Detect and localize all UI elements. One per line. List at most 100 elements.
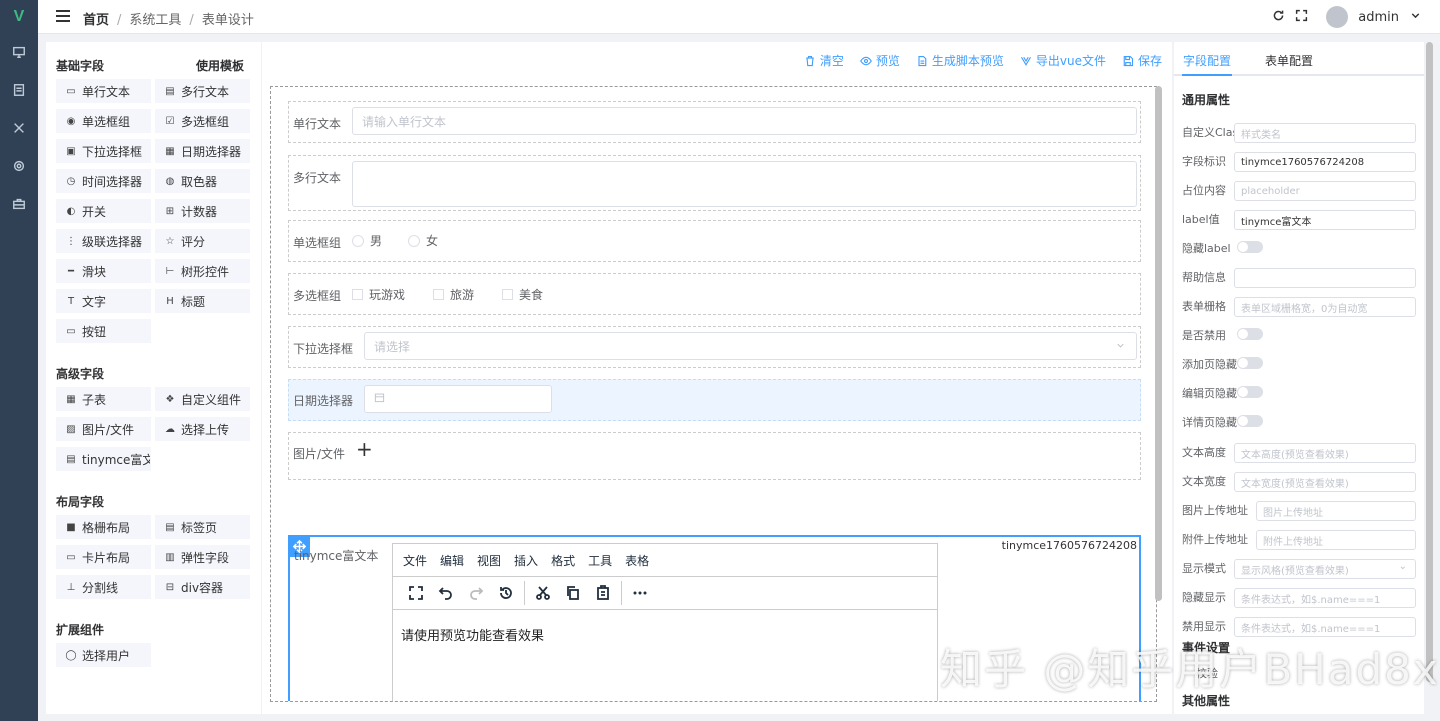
palette-item[interactable]: ◯ 选择用户 — [56, 643, 151, 667]
prop-input-field[interactable]: tinymce1760576724208 — [1234, 152, 1416, 172]
tinymce-editor[interactable]: 文件 编辑 视图 插入 格式 工具 表格 请使用预览功能查看效果 — [392, 543, 938, 701]
radio-option[interactable]: 男 — [352, 232, 382, 249]
preview-button[interactable]: 预览 — [859, 52, 900, 69]
field-radio[interactable]: 单选框组 男 女 — [288, 220, 1141, 262]
username[interactable]: admin — [1358, 10, 1399, 25]
prop-input-imgurl[interactable]: 图片上传地址 — [1256, 501, 1416, 521]
palette-item[interactable]: ◷ 时间选择器 — [56, 169, 151, 193]
palette-item[interactable]: T 文字 — [56, 289, 151, 313]
prop-input-height[interactable]: 文本高度(预览查看效果) — [1234, 443, 1416, 463]
menu-insert[interactable]: 插入 — [514, 552, 538, 569]
more-icon[interactable] — [625, 578, 655, 608]
toggle-hidelabel[interactable] — [1237, 241, 1263, 253]
toggle-disabled[interactable] — [1237, 328, 1263, 340]
logo-icon[interactable]: V — [9, 8, 29, 26]
settings-icon[interactable] — [9, 156, 29, 176]
tab-form-config[interactable]: 表单配置 — [1265, 52, 1313, 69]
palette-item[interactable]: ▭ 按钮 — [56, 319, 151, 343]
clear-button[interactable]: 清空 — [804, 52, 844, 69]
fullscreen-icon[interactable] — [1295, 9, 1308, 25]
palette-item[interactable]: ▦ 日期选择器 — [155, 139, 250, 163]
palette-item[interactable]: ▣ 下拉选择框 — [56, 139, 151, 163]
palette-item[interactable]: ▤ 标签页 — [155, 515, 250, 539]
menu-format[interactable]: 格式 — [551, 552, 575, 569]
palette-item[interactable]: ⊥ 分割线 — [56, 575, 151, 599]
prop-input-width[interactable]: 文本宽度(预览查看效果) — [1234, 472, 1416, 492]
copy-icon[interactable] — [558, 578, 588, 608]
prop-input-lbl[interactable]: tinymce富文本 — [1234, 210, 1416, 230]
checkbox-option[interactable]: 美食 — [502, 286, 543, 303]
breadcrumb-tools[interactable]: 系统工具 — [129, 13, 181, 28]
field-date[interactable]: 日期选择器 — [288, 379, 1141, 421]
briefcase-icon[interactable] — [9, 194, 29, 214]
paste-icon[interactable] — [588, 578, 618, 608]
chevron-down-icon[interactable] — [1409, 9, 1422, 25]
palette-item[interactable]: ■ 格栅布局 — [56, 515, 151, 539]
prop-input-fileurl[interactable]: 附件上传地址 — [1256, 530, 1416, 550]
palette-item[interactable]: ▦ 子表 — [56, 387, 151, 411]
palette-item[interactable]: ▥ 弹性字段 — [155, 545, 250, 569]
avatar[interactable] — [1326, 6, 1349, 28]
menu-tools[interactable]: 工具 — [588, 552, 612, 569]
menu-edit[interactable]: 编辑 — [440, 552, 464, 569]
menu-view[interactable]: 视图 — [477, 552, 501, 569]
canvas-scrollbar[interactable] — [1155, 86, 1162, 601]
palette-item[interactable]: ▭ 卡片布局 — [56, 545, 151, 569]
prop-input-help[interactable] — [1234, 268, 1416, 288]
palette-item[interactable]: ▭ 单行文本 — [56, 79, 151, 103]
tab-field-config[interactable]: 字段配置 — [1183, 52, 1231, 69]
input-field[interactable]: 请输入单行文本 — [352, 107, 1137, 135]
palette-item[interactable]: ☑ 多选框组 — [155, 109, 250, 133]
palette-item[interactable]: ▤ tinymce富文本 — [56, 447, 151, 471]
hamburger-icon[interactable] — [56, 10, 70, 24]
menu-table[interactable]: 表格 — [625, 552, 649, 569]
cut-icon[interactable] — [528, 578, 558, 608]
document-icon[interactable] — [9, 80, 29, 100]
palette-item[interactable]: ▨ 图片/文件 — [56, 417, 151, 441]
palette-item[interactable]: ⊞ 计数器 — [155, 199, 250, 223]
prop-input-hideshow[interactable]: 条件表达式，如$.name===1 — [1234, 588, 1416, 608]
checkbox-option[interactable]: 玩游戏 — [352, 286, 405, 303]
undo-icon[interactable] — [431, 578, 461, 608]
prop-input-cls[interactable]: 样式类名 — [1234, 123, 1416, 143]
palette-item[interactable]: ━ 滑块 — [56, 259, 151, 283]
redo-icon[interactable] — [461, 578, 491, 608]
palette-item[interactable]: ⊟ div容器 — [155, 575, 250, 599]
palette-item[interactable]: ☁ 选择上传 — [155, 417, 250, 441]
date-picker[interactable] — [364, 385, 552, 413]
prop-input-grid[interactable]: 表单区域栅格宽，0为自动宽 — [1234, 297, 1416, 317]
field-checkbox[interactable]: 多选框组 玩游戏 旅游 美食 — [288, 273, 1141, 315]
menu-file[interactable]: 文件 — [403, 552, 427, 569]
breadcrumb-home[interactable]: 首页 — [83, 13, 109, 28]
editor-content[interactable]: 请使用预览功能查看效果 — [393, 610, 937, 659]
field-upload[interactable]: 图片/文件 + — [288, 432, 1141, 480]
script-preview-button[interactable]: 生成脚本预览 — [916, 52, 1004, 69]
tools-icon[interactable] — [9, 118, 29, 138]
textarea-field[interactable] — [352, 161, 1137, 207]
palette-item[interactable]: ❖ 自定义组件 — [155, 387, 250, 411]
palette-item[interactable]: ⋮ 级联选择器 — [56, 229, 151, 253]
field-input[interactable]: 单行文本 请输入单行文本 — [288, 101, 1141, 143]
palette-item[interactable]: ☆ 评分 — [155, 229, 250, 253]
plus-icon[interactable]: + — [356, 437, 373, 461]
palette-item[interactable]: ▤ 多行文本 — [155, 79, 250, 103]
select-field[interactable]: 请选择 — [364, 332, 1137, 360]
palette-item[interactable]: ◉ 单选框组 — [56, 109, 151, 133]
prop-input-mode[interactable]: 显示风格(预览查看效果) ⌄ — [1234, 559, 1416, 579]
save-button[interactable]: 保存 — [1122, 52, 1162, 69]
history-icon[interactable] — [491, 578, 521, 608]
toggle-detailhide[interactable] — [1237, 415, 1263, 427]
fullscreen-icon[interactable] — [401, 578, 431, 608]
export-vue-button[interactable]: 导出vue文件 — [1020, 52, 1106, 69]
prop-input-ph[interactable]: placeholder — [1234, 181, 1416, 201]
palette-item[interactable]: ◐ 开关 — [56, 199, 151, 223]
monitor-icon[interactable] — [9, 42, 29, 62]
use-template-link[interactable]: 使用模板 — [196, 57, 244, 74]
prop-input-disableshow[interactable]: 条件表达式，如$.name===1 — [1234, 617, 1416, 637]
toggle-edithide[interactable] — [1237, 386, 1263, 398]
checkbox-option[interactable]: 旅游 — [433, 286, 474, 303]
field-select[interactable]: 下拉选择框 请选择 — [288, 326, 1141, 368]
palette-item[interactable]: H 标题 — [155, 289, 250, 313]
palette-item[interactable]: ⊢ 树形控件 — [155, 259, 250, 283]
field-textarea[interactable]: 多行文本 — [288, 155, 1141, 211]
